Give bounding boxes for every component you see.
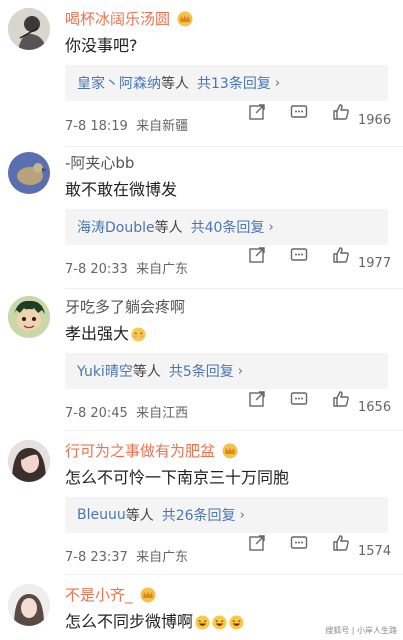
username[interactable]: 行可为之事做有为肥盆 [65,442,215,460]
comment-text-content: 孝出强大 [65,324,130,343]
reply-count[interactable]: 共40条回复 [191,217,265,237]
location: 来自广东 [136,550,189,565]
chevron-right-icon: › [274,75,281,91]
crown-badge-icon [222,443,238,459]
reply-preview[interactable]: 皇家丶阿森纳 等人 共13条回复 › [65,65,388,101]
reply-count[interactable]: 共5条回复 [169,361,234,381]
chevron-right-icon: › [268,219,274,235]
comment-meta: 7-8 23:37 来自广东 [65,546,188,565]
like-count: 1977 [358,256,392,271]
reply-suffix: 等人 [125,508,154,524]
share-icon[interactable] [248,246,266,264]
chevron-right-icon: › [237,363,243,379]
avatar[interactable] [8,296,50,338]
comment-text: 孝出强大 [65,324,146,344]
divider [65,288,403,289]
avatar[interactable] [8,152,50,194]
share-icon[interactable] [248,390,266,408]
comment-text: 怎么不同步微博啊 [65,612,244,632]
share-icon[interactable] [248,103,266,121]
reply-names[interactable]: Yuki晴空 [77,361,133,381]
share-icon[interactable] [248,534,266,552]
comment-icon[interactable] [290,390,308,408]
reply-preview[interactable]: Yuki晴空 等人 共5条回复 › [65,353,388,389]
comment-text-content: 怎么不同步微博啊 [65,612,194,631]
reply-suffix: 等人 [161,76,189,92]
divider [65,146,403,147]
reply-names[interactable]: 皇家丶阿森纳 [77,73,161,93]
like-icon[interactable] [332,103,350,121]
crown-badge-icon [140,587,156,603]
reply-suffix: 等人 [154,220,183,236]
avatar[interactable] [8,584,50,626]
timestamp: 7-8 18:19 [65,119,128,134]
username[interactable]: -阿夹心bb [65,154,134,172]
comment-meta: 7-8 18:19 来自新疆 [65,115,188,134]
username[interactable]: 喝杯冰阔乐汤圆 [65,10,170,28]
username[interactable]: 不是小齐_ [65,586,133,604]
timestamp: 7-8 20:45 [65,406,128,421]
avatar[interactable] [8,8,50,50]
comment-text: 你没事吧? [65,36,138,55]
reply-names[interactable]: 海涛Double [77,217,155,237]
comment-icon[interactable] [290,246,308,264]
chevron-right-icon: › [239,507,245,523]
like-count: 1656 [358,400,392,415]
timestamp: 7-8 20:33 [65,262,128,277]
reply-count[interactable]: 共13条回复 [197,73,271,93]
comment-meta: 7-8 20:33 来自广东 [65,258,188,277]
avatar[interactable] [8,440,50,482]
crown-badge-icon [177,11,193,27]
reply-count[interactable]: 共26条回复 [162,505,236,525]
username[interactable]: 牙吃多了躺会疼啊 [65,298,185,316]
comment-meta: 7-8 20:45 来自江西 [65,402,188,421]
reply-suffix: 等人 [132,364,161,380]
timestamp: 7-8 23:37 [65,550,128,565]
watermark: 搜狐号 | 小岸人生路 [325,626,397,635]
reply-preview[interactable]: 海涛Double 等人 共40条回复 › [65,209,388,245]
like-count: 1574 [358,544,392,559]
location: 来自新疆 [136,119,189,134]
like-count: 1966 [358,113,392,128]
location: 来自江西 [136,406,189,421]
divider [65,430,403,431]
location: 来自广东 [136,262,189,277]
divider [65,574,403,575]
shy-face-emoji-icon [131,326,146,342]
reply-preview[interactable]: Bleuuu 等人 共26条回复 › [65,497,388,533]
comment-icon[interactable] [290,534,308,552]
like-icon[interactable] [332,534,350,552]
comment-icon[interactable] [290,103,308,121]
reply-names[interactable]: Bleuuu [77,507,126,523]
comment-text: 怎么不可怜一下南京三十万同胞 [65,468,290,487]
comment-text: 敢不敢在微博发 [65,180,178,199]
like-icon[interactable] [332,246,350,264]
grin-face-emoji-icon [212,614,227,630]
grin-face-emoji-icon [195,614,210,630]
grin-face-emoji-icon [229,614,244,630]
like-icon[interactable] [332,390,350,408]
